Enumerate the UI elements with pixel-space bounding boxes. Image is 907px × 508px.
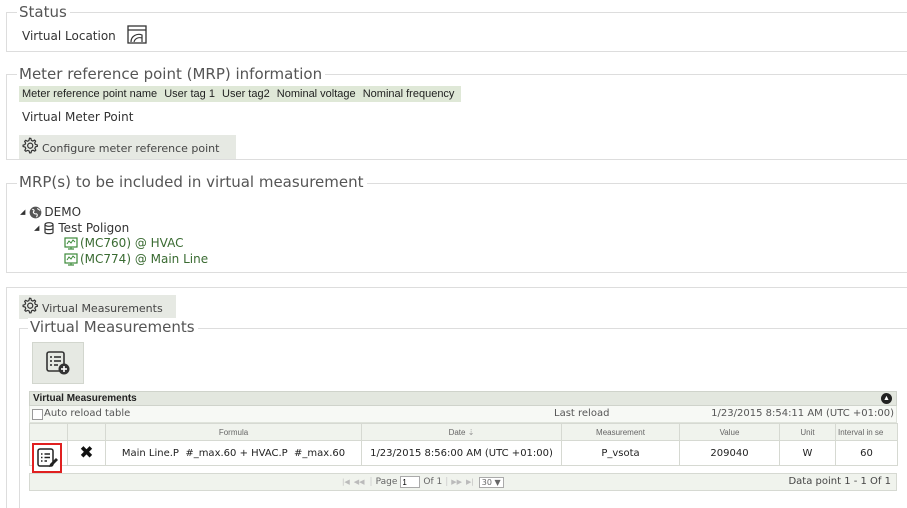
grid-title-bar: Virtual Measurements ▲ bbox=[29, 391, 897, 406]
table-header-row: Formula Date ⇣ Measurement Value Unit In… bbox=[29, 423, 898, 441]
pager-bar: |◀ ◀◀ | Page Of 1 | ▶▶ ▶| 30 ▼ Data poin… bbox=[29, 473, 897, 491]
col-measurement-header[interactable]: Measurement bbox=[561, 423, 680, 441]
chevron-down-icon: ▼ bbox=[494, 477, 501, 487]
collapse-grid-icon[interactable]: ▲ bbox=[881, 393, 892, 404]
col-date-label: Date bbox=[448, 427, 466, 437]
col-edit-header bbox=[29, 423, 68, 441]
col-formula-header[interactable]: Formula bbox=[105, 423, 362, 441]
table-row[interactable]: ✖ Main Line.P #_max.60 + HVAC.P #_max.60… bbox=[29, 440, 898, 473]
tree-node-demo[interactable]: ◢ DEMO bbox=[20, 205, 81, 219]
edit-cell bbox=[29, 440, 68, 473]
col-interval-header[interactable]: Interval in se bbox=[835, 423, 898, 441]
auto-reload-label: Auto reload table bbox=[44, 408, 131, 419]
tree-leaf-mc760[interactable]: (MC760) @ HVAC bbox=[64, 236, 183, 250]
page-size-select[interactable]: 30 ▼ bbox=[478, 476, 504, 488]
value-cell: 209040 bbox=[679, 440, 780, 466]
database-icon bbox=[44, 221, 54, 234]
last-reload-value: 1/23/2015 8:54:11 AM (UTC +01:00) bbox=[711, 408, 894, 419]
edit-button[interactable] bbox=[32, 443, 62, 473]
measurement-cell: P_vsota bbox=[561, 440, 680, 466]
delete-icon[interactable]: ✖ bbox=[79, 443, 93, 463]
col-value-header[interactable]: Value bbox=[679, 423, 780, 441]
tree-node-test-poligon[interactable]: ◢ Test Poligon bbox=[34, 221, 129, 235]
unit-cell: W bbox=[779, 440, 836, 466]
page-size-value: 30 bbox=[481, 477, 492, 487]
mrp-col-nominal-voltage: Nominal voltage bbox=[276, 88, 356, 100]
tree-label-mc760: (MC760) @ HVAC bbox=[80, 236, 184, 250]
tree-label-test-poligon: Test Poligon bbox=[58, 221, 130, 235]
globe-icon bbox=[30, 206, 42, 218]
first-page-icon[interactable]: |◀ bbox=[342, 478, 350, 486]
interval-cell: 60 bbox=[835, 440, 898, 466]
meter-icon bbox=[64, 236, 78, 250]
mrp-col-user-tag-1: User tag 1 bbox=[164, 88, 215, 100]
date-cell: 1/23/2015 8:56:00 AM (UTC +01:00) bbox=[361, 440, 562, 466]
page-input[interactable] bbox=[400, 476, 421, 488]
configure-mrp-label: Configure meter reference point bbox=[42, 142, 220, 155]
last-page-icon[interactable]: ▶| bbox=[466, 478, 474, 486]
mrp-info-legend: Meter reference point (MRP) information bbox=[17, 65, 326, 83]
page-of-label: Of 1 bbox=[423, 477, 443, 487]
virtual-measurements-tab-label: Virtual Measurements bbox=[42, 302, 163, 315]
col-date-header[interactable]: Date ⇣ bbox=[361, 423, 562, 441]
mrp-tree: ◢ DEMO ◢ Test Poligon (MC760) @ HVAC (MC… bbox=[20, 205, 320, 271]
add-measurement-button[interactable] bbox=[32, 342, 84, 384]
virtual-location-label: Virtual Location bbox=[22, 29, 116, 43]
auto-reload-checkbox[interactable] bbox=[32, 409, 43, 420]
gear-icon bbox=[22, 137, 38, 154]
tree-label-mc774: (MC774) @ Main Line bbox=[80, 252, 209, 266]
add-list-icon bbox=[46, 351, 70, 375]
tree-label-demo: DEMO bbox=[44, 205, 82, 219]
meter-icon bbox=[64, 252, 78, 266]
mrp-col-user-tag-2: User tag2 bbox=[222, 88, 270, 100]
status-legend: Status bbox=[17, 3, 70, 21]
sort-icon: ⇣ bbox=[467, 427, 475, 437]
delete-cell: ✖ bbox=[67, 440, 106, 466]
reload-bar: Auto reload table Last reload 1/23/2015 … bbox=[29, 406, 897, 423]
virtual-measurements-tab-button[interactable]: Virtual Measurements bbox=[19, 295, 176, 319]
data-point-summary: Data point 1 - 1 Of 1 bbox=[788, 476, 891, 487]
collapse-arrow-icon[interactable]: ◢ bbox=[34, 224, 39, 232]
location-icon[interactable] bbox=[127, 25, 147, 48]
tree-leaf-mc774[interactable]: (MC774) @ Main Line bbox=[64, 252, 208, 266]
collapse-arrow-icon[interactable]: ◢ bbox=[20, 208, 25, 216]
grid-title: Virtual Measurements bbox=[33, 393, 137, 404]
col-unit-header[interactable]: Unit bbox=[779, 423, 836, 441]
gear-icon bbox=[22, 297, 38, 314]
page-label: Page bbox=[375, 477, 398, 487]
mrp-column-headers: Meter reference point name User tag 1 Us… bbox=[19, 86, 462, 102]
mrp-name-value: Virtual Meter Point bbox=[22, 110, 134, 124]
mrp-col-name: Meter reference point name bbox=[22, 88, 158, 100]
prev-page-icon[interactable]: ◀◀ bbox=[354, 478, 365, 486]
next-page-icon[interactable]: ▶▶ bbox=[451, 478, 462, 486]
virtual-measurements-table: Formula Date ⇣ Measurement Value Unit In… bbox=[29, 423, 898, 473]
included-mrps-legend: MRP(s) to be included in virtual measure… bbox=[17, 173, 367, 191]
col-delete-header bbox=[67, 423, 106, 441]
virtual-measurements-legend: Virtual Measurements bbox=[28, 318, 198, 336]
edit-list-icon bbox=[37, 448, 58, 467]
formula-cell: Main Line.P #_max.60 + HVAC.P #_max.60 bbox=[105, 440, 362, 466]
mrp-col-nominal-frequency: Nominal frequency bbox=[362, 88, 455, 100]
last-reload-label: Last reload bbox=[554, 408, 610, 419]
configure-mrp-button[interactable]: Configure meter reference point bbox=[19, 135, 236, 159]
